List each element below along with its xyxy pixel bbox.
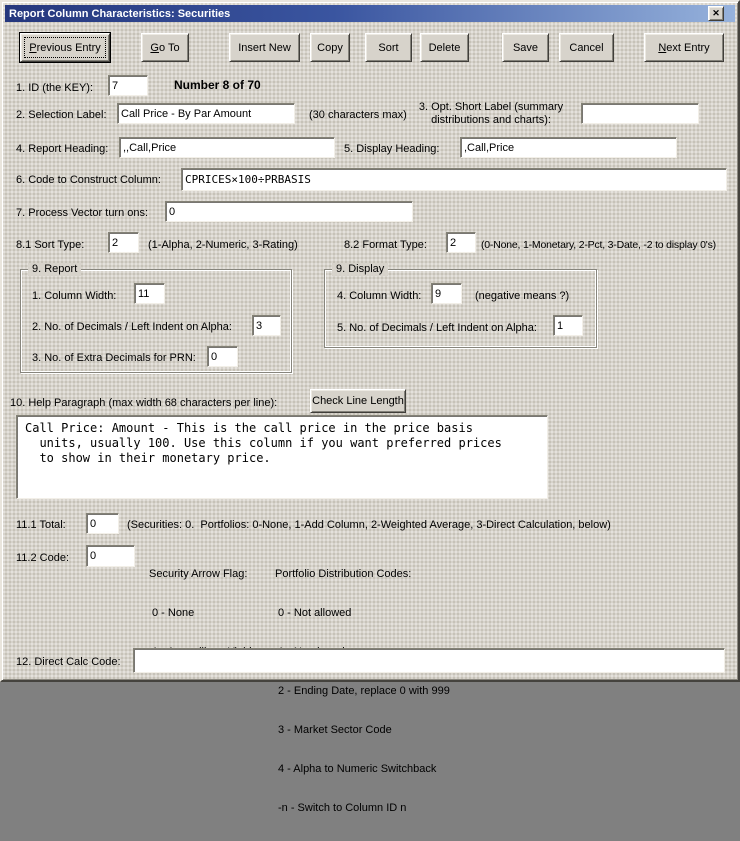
cancel-button[interactable]: Cancel — [559, 33, 614, 62]
total-note: (Securities: 0. Portfolios: 0-None, 1-Ad… — [127, 519, 611, 532]
format-type-hint: (0-None, 1-Monetary, 2-Pct, 3-Date, -2 t… — [481, 239, 716, 252]
list-item: -n - Switch to Column ID n — [275, 802, 450, 815]
security-arrow-flag-title: Security Arrow Flag: — [149, 568, 252, 581]
delete-button[interactable]: Delete — [420, 33, 469, 62]
code-label: 11.2 Code: — [16, 552, 69, 565]
code-input[interactable] — [86, 545, 135, 567]
button-label: Cancel — [569, 42, 603, 54]
id-label: 1. ID (the KEY): — [16, 82, 93, 95]
display-decimals-label: 5. No. of Decimals / Left Indent on Alph… — [337, 322, 537, 335]
title-bar[interactable]: Report Column Characteristics: Securitie… — [5, 5, 735, 22]
code-column-input[interactable] — [181, 168, 727, 191]
button-label: revious Entry — [37, 42, 101, 54]
list-item: 0 - None — [149, 607, 252, 620]
button-label: ext Entry — [666, 42, 709, 54]
code-column-label: 6. Code to Construct Column: — [16, 174, 161, 187]
check-line-length-button[interactable]: Check Line Length — [310, 389, 406, 413]
button-label: N — [658, 42, 666, 54]
button-label: Insert New — [238, 42, 291, 54]
total-label: 11.1 Total: — [16, 519, 66, 532]
previous-entry-button[interactable]: Previous Entry — [20, 33, 110, 62]
short-label-input[interactable] — [581, 103, 699, 124]
selection-label: 2. Selection Label: — [16, 109, 107, 122]
selection-label-input[interactable] — [117, 103, 295, 124]
direct-calc-code-input[interactable] — [133, 648, 725, 673]
format-type-input[interactable] — [446, 232, 476, 253]
report-column-width-label: 1. Column Width: — [32, 290, 116, 303]
button-label: Save — [513, 42, 538, 54]
save-button[interactable]: Save — [502, 33, 549, 62]
button-label: Copy — [317, 42, 343, 54]
list-item: 2 - Ending Date, replace 0 with 999 — [275, 685, 450, 698]
report-group-legend: 9. Report — [28, 263, 81, 276]
report-extra-decimals-label: 3. No. of Extra Decimals for PRN: — [32, 352, 196, 365]
button-label: o To — [159, 42, 180, 54]
process-vector-label: 7. Process Vector turn ons: — [16, 207, 148, 220]
short-label-line1: 3. Opt. Short Label (summary — [410, 101, 572, 114]
help-paragraph-label: 10. Help Paragraph (max width 68 charact… — [10, 397, 277, 410]
list-item: 0 - Not allowed — [275, 607, 450, 620]
display-column-width-hint: (negative means ?) — [475, 290, 569, 303]
window-title: Report Column Characteristics: Securitie… — [9, 8, 230, 20]
button-label: Delete — [429, 42, 461, 54]
button-label: Check Line Length — [312, 395, 404, 407]
list-item: 4 - Alpha to Numeric Switchback — [275, 763, 450, 776]
display-decimals-input[interactable] — [553, 315, 583, 336]
report-column-width-input[interactable] — [134, 283, 165, 304]
report-extra-decimals-input[interactable] — [207, 346, 238, 367]
display-heading-label: 5. Display Heading: — [344, 143, 439, 156]
button-label: G — [150, 42, 159, 54]
sort-type-hint: (1-Alpha, 2-Numeric, 3-Rating) — [148, 239, 298, 252]
display-group-box — [324, 269, 597, 348]
total-input[interactable] — [86, 513, 119, 534]
close-button[interactable]: ✕ — [708, 6, 724, 21]
direct-calc-code-label: 12. Direct Calc Code: — [16, 656, 121, 669]
help-paragraph-textarea[interactable]: Call Price: Amount - This is the call pr… — [16, 415, 548, 499]
report-decimals-input[interactable] — [252, 315, 281, 336]
go-to-button[interactable]: Go To — [141, 33, 189, 62]
button-label: Sort — [378, 42, 398, 54]
short-label-line2: distributions and charts): — [410, 114, 572, 127]
display-column-width-input[interactable] — [431, 283, 462, 304]
record-counter: Number 8 of 70 — [174, 79, 261, 92]
copy-button[interactable]: Copy — [310, 33, 350, 62]
close-icon: ✕ — [712, 9, 720, 18]
sort-type-label: 8.1 Sort Type: — [16, 239, 84, 252]
dialog-window: Report Column Characteristics: Securitie… — [0, 0, 740, 682]
display-column-width-label: 4. Column Width: — [337, 290, 421, 303]
selection-label-hint: (30 characters max) — [309, 109, 407, 122]
process-vector-input[interactable] — [165, 201, 413, 222]
button-label: P — [29, 42, 36, 54]
sort-button[interactable]: Sort — [365, 33, 412, 62]
portfolio-distribution-codes-list: Portfolio Distribution Codes: 0 - Not al… — [275, 542, 450, 841]
format-type-label: 8.2 Format Type: — [344, 239, 427, 252]
report-decimals-label: 2. No. of Decimals / Left Indent on Alph… — [32, 321, 232, 334]
short-label: 3. Opt. Short Label (summarydistribution… — [410, 101, 572, 127]
sort-type-input[interactable] — [108, 232, 139, 253]
list-item: 3 - Market Sector Code — [275, 724, 450, 737]
insert-new-button[interactable]: Insert New — [229, 33, 300, 62]
portfolio-distribution-codes-title: Portfolio Distribution Codes: — [275, 568, 450, 581]
report-heading-input[interactable] — [119, 137, 335, 158]
id-input[interactable] — [108, 75, 148, 96]
next-entry-button[interactable]: Next Entry — [644, 33, 724, 62]
display-group-legend: 9. Display — [332, 263, 388, 276]
display-heading-input[interactable] — [460, 137, 677, 158]
report-heading-label: 4. Report Heading: — [16, 143, 108, 156]
